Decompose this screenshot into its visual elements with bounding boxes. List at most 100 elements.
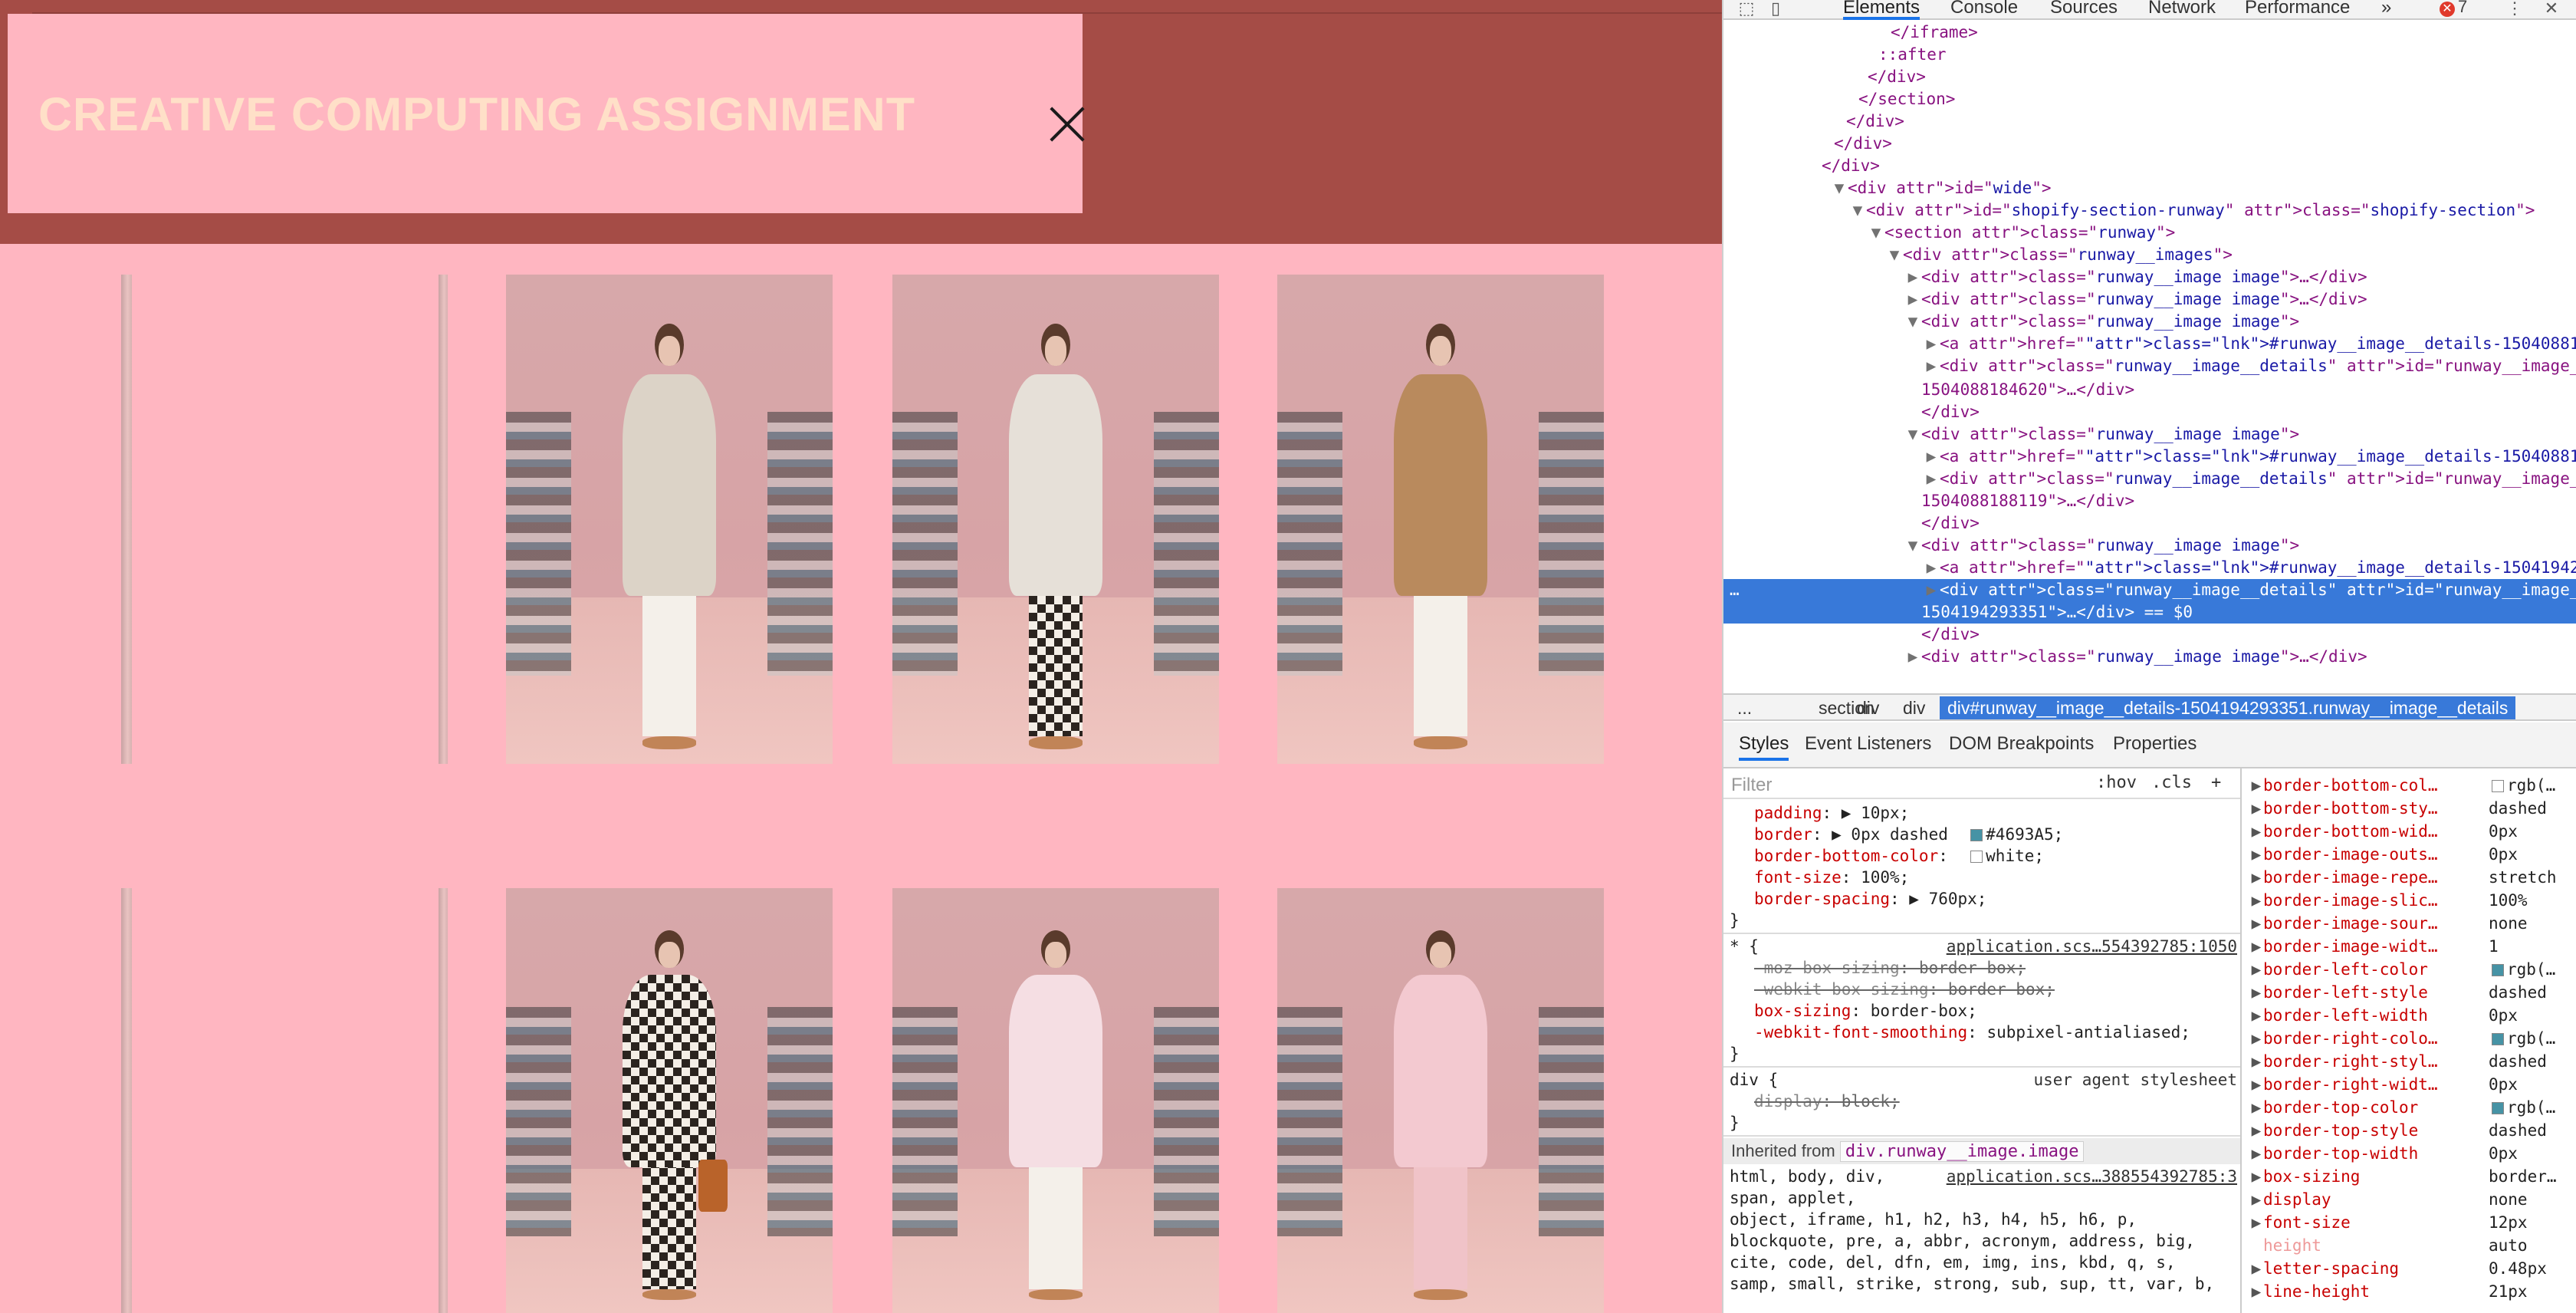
error-badge[interactable]: ✕ 7 [2440,0,2467,17]
tab-console[interactable]: Console [1950,0,2018,20]
computed-property-row[interactable]: ▶ border-left-width 0px [2243,1003,2576,1028]
computed-property-row[interactable]: ▶ letter-spacing 0.48px [2243,1256,2576,1281]
dom-node-line[interactable]: ▶ <div attr">class="runway__image__detail… [1723,355,2576,377]
computed-property-row[interactable]: ▶ border-image-widt… 1 [2243,934,2576,959]
breadcrumb-item[interactable]: div [1903,698,1925,719]
computed-property-row[interactable]: ▶ border-top-color rgb(… [2243,1095,2576,1120]
breadcrumb-item-active[interactable]: div#runway__image__details-1504194293351… [1940,696,2516,719]
hov-toggle[interactable]: :hov [2096,773,2137,792]
style-rule-line[interactable]: display: block; [1723,1091,2240,1112]
computed-property-row[interactable]: ▶ border-left-color rgb(… [2243,957,2576,982]
style-rule-line[interactable]: padding: ▶ 10px; [1723,802,2240,824]
dom-node-line[interactable]: </div> [1723,133,2576,155]
close-icon[interactable] [1046,103,1089,146]
computed-property-row[interactable]: ▶ border-right-styl… dashed [2243,1049,2576,1074]
tab-network[interactable]: Network [2148,0,2216,20]
style-rule-line[interactable]: -webkit-box-sizing: border-box; [1723,979,2240,1000]
tab-styles[interactable]: Styles [1739,733,1789,761]
filter-input[interactable]: Filter [1731,775,1772,796]
kebab-menu-icon[interactable]: ⋮ [2501,0,2528,18]
dom-node-line[interactable]: </div> [1723,66,2576,88]
runway-image[interactable] [506,888,833,1313]
breadcrumb-item[interactable]: ... [1737,698,1752,719]
style-rule-line[interactable]: cite, code, del, dfn, em, img, ins, kbd,… [1723,1252,2240,1273]
computed-property-row[interactable]: height auto [2243,1233,2576,1258]
computed-property-row[interactable]: ▶ border-bottom-wid… 0px [2243,819,2576,844]
style-rule-line[interactable]: div {user agent stylesheet [1723,1069,2240,1091]
style-rule-line[interactable]: border: ▶ 0px dashed #4693A5; [1723,824,2240,845]
computed-property-row[interactable]: ▶ border-image-sour… none [2243,911,2576,936]
tab-sources[interactable]: Sources [2050,0,2118,20]
style-rule-line[interactable]: } [1723,1043,2240,1065]
computed-property-row[interactable]: ▶ display none [2243,1187,2576,1212]
dom-node-line[interactable]: ▶ <a attr">href=""attr">class="lnk">#runw… [1723,446,2576,468]
styles-filter-bar[interactable]: Filter :hov .cls + [1723,768,2240,799]
dom-node-line[interactable]: </div> [1723,401,2576,423]
dom-node-line[interactable]: ▼ <div attr">id="wide"> [1723,177,2576,199]
dom-node-line[interactable]: ▼ <section attr">class="runway"> [1723,222,2576,244]
runway-image[interactable] [1277,888,1604,1313]
dom-node-line[interactable]: </div> [1723,512,2576,535]
dom-node-line[interactable]: </div> [1723,110,2576,133]
device-toggle-icon[interactable]: ▯ [1762,0,1789,18]
dom-node-line[interactable]: 1504194293351">…</div> == $0 [1723,601,2576,624]
style-rule-line[interactable]: box-sizing: border-box; [1723,1000,2240,1022]
style-rule-line[interactable]: object, iframe, h1, h2, h3, h4, h5, h6, … [1723,1209,2240,1230]
more-tabs-icon[interactable]: » [2381,0,2391,20]
computed-property-row[interactable]: ▶ border-top-style dashed [2243,1118,2576,1143]
dom-node-line[interactable]: ▶ <a attr">href=""attr">class="lnk">#runw… [1723,333,2576,355]
dom-node-line[interactable]: ▼ <div attr">class="runway__image image"> [1723,535,2576,557]
style-rule-line[interactable]: * {application.scs…554392785:1050 [1723,936,2240,957]
dom-node-line[interactable]: 1504088184620">…</div> [1723,379,2576,401]
computed-property-row[interactable]: ▶ border-image-slic… 100% [2243,888,2576,913]
dom-node-line[interactable]: ▶ <a attr">href=""attr">class="lnk">#runw… [1723,557,2576,579]
style-rule-line[interactable]: border-spacing: ▶ 760px; [1723,888,2240,910]
tab-event-listeners[interactable]: Event Listeners [1805,733,1931,755]
computed-property-row[interactable]: ▶ line-height 21px [2243,1279,2576,1304]
inspect-cursor-icon[interactable]: ⬚ [1733,0,1760,18]
style-rule-line[interactable]: } [1723,1112,2240,1134]
style-rule-line[interactable]: blockquote, pre, a, abbr, acronym, addre… [1723,1230,2240,1252]
computed-property-row[interactable]: ▶ border-right-colo… rgb(… [2243,1026,2576,1051]
style-rule-line[interactable]: -moz-box-sizing: border-box; [1723,957,2240,979]
close-devtools-icon[interactable]: ✕ [2538,0,2565,18]
dom-node-line[interactable]: ▼ <div attr">class="runway__image image"> [1723,423,2576,446]
computed-property-row[interactable]: ▶ border-right-widt… 0px [2243,1072,2576,1097]
computed-property-row[interactable]: ▶ border-top-width 0px [2243,1141,2576,1166]
dom-node-line[interactable]: </section> [1723,88,2576,110]
dom-node-line[interactable]: ▶ <div attr">class="runway__image image">… [1723,288,2576,311]
dom-node-line[interactable]: ▶ <div attr">class="runway__image__detail… [1723,468,2576,490]
computed-property-row[interactable]: ▶ border-image-outs… 0px [2243,842,2576,867]
breadcrumb-item[interactable]: div [1857,698,1879,719]
dom-node-line[interactable]: </div> [1723,155,2576,177]
style-rule-line[interactable]: samp, small, strike, strong, sub, sup, t… [1723,1273,2240,1295]
style-rule-line[interactable]: } [1723,910,2240,931]
runway-image[interactable] [892,275,1219,764]
dom-node-line[interactable]: ▼ <div attr">id="shopify-section-runway" … [1723,199,2576,222]
computed-property-row[interactable]: ▶ border-image-repe… stretch [2243,865,2576,890]
dom-node-line[interactable]: 1504088188119">…</div> [1723,490,2576,512]
runway-image[interactable] [506,275,833,764]
runway-image[interactable] [1277,275,1604,764]
computed-property-row[interactable]: ▶ font-size 12px [2243,1210,2576,1235]
computed-property-row[interactable]: ▶ border-left-style dashed [2243,980,2576,1005]
new-rule-button[interactable]: + [2211,773,2221,792]
style-rule-line[interactable]: html, body, div, application.scs…38855439… [1723,1166,2240,1187]
style-rule-line[interactable]: span, applet, [1723,1187,2240,1209]
tab-performance[interactable]: Performance [2245,0,2350,20]
dom-node-line[interactable]: ▼ <div attr">class="runway__images"> [1723,244,2576,266]
dom-node-line[interactable]: ::after [1723,44,2576,66]
dom-node-line[interactable]: ▶ <div attr">class="runway__image image">… [1723,646,2576,668]
stylesheet-source-link[interactable]: application.scs…554392785:1050 [1947,936,2237,957]
tab-elements[interactable]: Elements [1843,0,1921,20]
cls-toggle[interactable]: .cls [2151,773,2192,792]
style-rule-line[interactable]: -webkit-font-smoothing: subpixel-antiali… [1723,1022,2240,1043]
tab-properties[interactable]: Properties [2113,733,2196,755]
stylesheet-source-link[interactable]: application.scs…388554392785:3 [1947,1166,2237,1187]
dom-node-line[interactable]: ▶ <div attr">class="runway__image image">… [1723,266,2576,288]
dom-node-line[interactable]: … ▶ <div attr">class="runway__image__detai… [1723,579,2576,601]
style-rule-line[interactable]: font-size: 100%; [1723,867,2240,888]
computed-property-row[interactable]: ▶ border-bottom-col… rgb(… [2243,773,2576,798]
style-rule-line[interactable]: border-bottom-color: white; [1723,845,2240,867]
runway-image[interactable] [892,888,1219,1313]
